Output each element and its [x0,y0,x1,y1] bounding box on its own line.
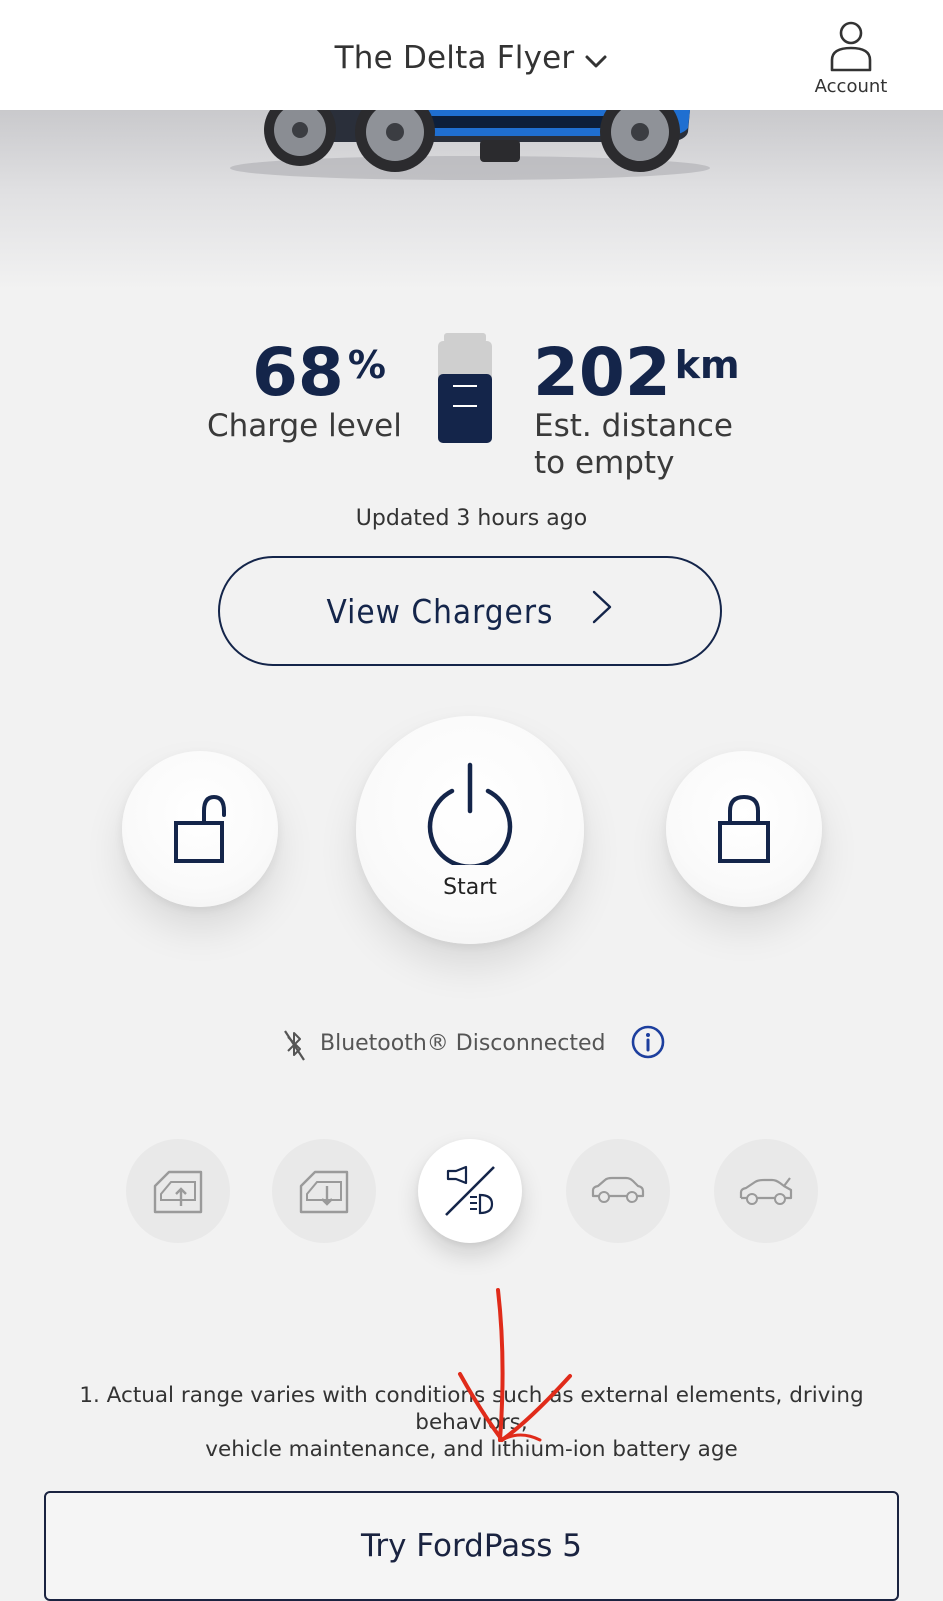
vehicle-selector[interactable]: The Delta Flyer [0,40,943,78]
account-button[interactable]: Account [811,20,891,97]
view-chargers-button[interactable]: View Chargers [218,556,722,666]
window-up-button[interactable] [126,1139,230,1243]
top-header: The Delta Flyer Account [0,0,943,110]
horn-lights-icon [445,1165,495,1216]
try-fordpass-label: Try FordPass 5 [360,1528,583,1564]
info-icon[interactable] [630,1024,666,1066]
range-value: 202 km [533,334,740,411]
window-up-icon [153,1170,203,1214]
view-chargers-label: View Chargers [326,591,554,631]
horn-lights-button[interactable] [418,1139,522,1243]
vehicle-name: The Delta Flyer [334,40,575,76]
lock-button[interactable] [666,751,822,907]
account-label: Account [814,76,888,97]
charge-percent: 68% [252,334,386,411]
start-label: Start [443,874,497,900]
range-label: Est. distance to empty [534,408,733,481]
chevron-down-icon [584,42,608,78]
remote-start-button[interactable]: Start [356,716,584,944]
car-button[interactable] [566,1139,670,1243]
power-icon [427,762,513,865]
car-outline-icon [591,1176,645,1203]
chevron-right-icon [591,590,613,632]
charge-label: Charge level [207,408,402,444]
trunk-button[interactable] [714,1139,818,1243]
vehicle-image [0,110,943,290]
lock-icon [718,794,770,863]
updated-timestamp: Updated 3 hours ago [355,506,588,531]
battery-icon [438,333,492,447]
bluetooth-off-icon [280,1027,310,1069]
person-icon [830,21,872,72]
window-down-button[interactable] [272,1139,376,1243]
car-trunk-icon [739,1177,793,1205]
window-down-icon [299,1170,349,1214]
bluetooth-status-text: Bluetooth® Disconnected [320,1031,606,1056]
bluetooth-status: Bluetooth® Disconnected [0,1024,943,1064]
unlock-icon [174,794,226,863]
try-fordpass-button[interactable]: Try FordPass 5 [44,1491,899,1601]
range-disclaimer: 1. Actual range varies with conditions s… [79,1383,864,1462]
charge-stats: 68% Charge level 202 km Est. distance to … [0,330,943,490]
unlock-button[interactable] [122,751,278,907]
